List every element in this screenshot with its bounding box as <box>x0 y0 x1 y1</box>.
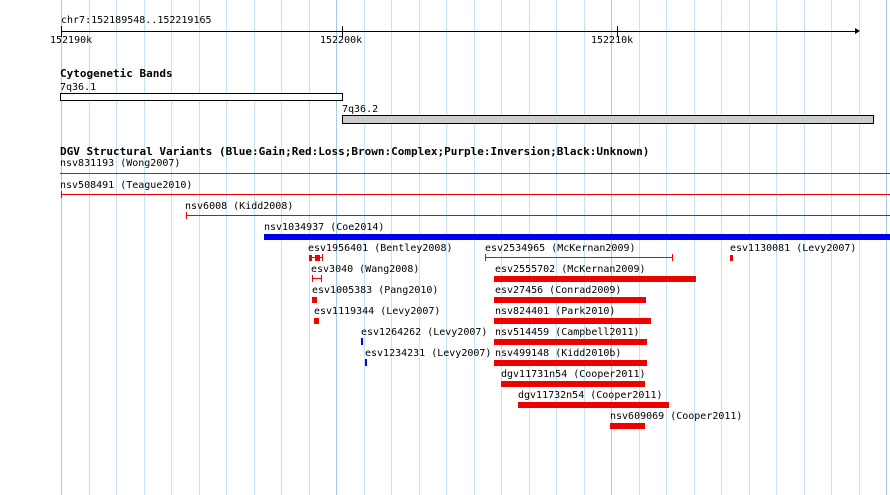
cytoband[interactable] <box>342 115 874 124</box>
variant-label: esv1956401 (Bentley2008) <box>308 243 453 254</box>
variant-feature[interactable] <box>730 255 733 261</box>
variant-feature[interactable] <box>361 338 363 345</box>
variant-feature[interactable] <box>314 318 319 324</box>
variant-feature-block <box>309 255 312 261</box>
ruler-tick-label: 152190k <box>50 35 93 46</box>
variant-feature-end <box>312 275 313 282</box>
ruler-arrow-icon <box>855 28 860 34</box>
variant-feature[interactable] <box>494 318 651 324</box>
grid-line <box>474 0 475 495</box>
variant-label: nsv609069 (Cooper2011) <box>610 411 743 422</box>
variant-label: dgv11731n54 (Cooper2011) <box>501 369 646 380</box>
variant-feature[interactable] <box>501 381 645 387</box>
variant-feature-end <box>61 191 62 198</box>
variant-feature[interactable] <box>60 173 890 174</box>
grid-line <box>226 0 227 495</box>
grid-line <box>281 0 282 495</box>
track-viewer[interactable]: chr7:152189548..152219165 152190k 152200… <box>0 0 890 495</box>
variant-feature[interactable] <box>312 297 317 303</box>
variant-feature-end <box>672 254 673 261</box>
variant-feature[interactable] <box>494 276 696 282</box>
variant-label: esv1130081 (Levy2007) <box>730 243 857 254</box>
variant-feature-end <box>322 254 323 261</box>
variant-feature[interactable] <box>494 297 646 303</box>
variant-label: esv1264262 (Levy2007) <box>361 327 488 338</box>
variant-feature[interactable] <box>264 234 890 240</box>
location-label: chr7:152189548..152219165 <box>61 15 212 26</box>
variant-label: dgv11732n54 (Cooper2011) <box>518 390 663 401</box>
cytoband-label: 7q36.1 <box>60 82 97 93</box>
variant-label: nsv1034937 (Coe2014) <box>264 222 385 233</box>
variant-label: esv27456 (Conrad2009) <box>495 285 622 296</box>
variant-label: nsv514459 (Campbell2011) <box>495 327 640 338</box>
variant-feature-end <box>485 254 486 261</box>
variant-feature[interactable] <box>186 215 890 216</box>
variant-label: esv1005383 (Pang2010) <box>312 285 439 296</box>
variant-feature[interactable] <box>485 257 673 258</box>
cytoband[interactable] <box>60 93 343 101</box>
grid-line <box>254 0 255 495</box>
variant-feature[interactable] <box>518 402 669 408</box>
cytoband-label: 7q36.2 <box>342 104 379 115</box>
grid-line <box>859 0 860 495</box>
variant-feature[interactable] <box>494 339 647 345</box>
variant-label: nsv499148 (Kidd2010b) <box>495 348 622 359</box>
variant-label: esv2534965 (McKernan2009) <box>485 243 636 254</box>
variant-feature[interactable] <box>494 360 647 366</box>
variant-label: esv2555702 (McKernan2009) <box>495 264 646 275</box>
variant-feature[interactable] <box>365 359 367 366</box>
ruler-line <box>61 31 858 32</box>
variant-label: esv1234231 (Levy2007) <box>365 348 492 359</box>
variant-label: nsv6008 (Kidd2008) <box>185 201 294 212</box>
variant-feature[interactable] <box>61 194 890 195</box>
variant-label: nsv831193 (Wong2007) <box>60 158 181 169</box>
variant-feature[interactable] <box>610 423 645 429</box>
grid-line <box>886 0 887 495</box>
variant-feature-end <box>186 212 187 219</box>
grid-line <box>199 0 200 495</box>
ruler-tick-label: 152200k <box>320 35 363 46</box>
cytoband-track-title: Cytogenetic Bands <box>60 67 173 80</box>
variant-feature-block <box>315 255 320 261</box>
variant-label: nsv824401 (Park2010) <box>495 306 616 317</box>
variant-label: esv1119344 (Levy2007) <box>314 306 441 317</box>
variant-label: esv3040 (Wang2008) <box>311 264 420 275</box>
dgv-track-title: DGV Structural Variants (Blue:Gain;Red:L… <box>60 145 650 158</box>
variant-label: nsv508491 (Teague2010) <box>60 180 193 191</box>
variant-feature-end <box>321 275 322 282</box>
ruler-tick-label: 152210k <box>591 35 634 46</box>
